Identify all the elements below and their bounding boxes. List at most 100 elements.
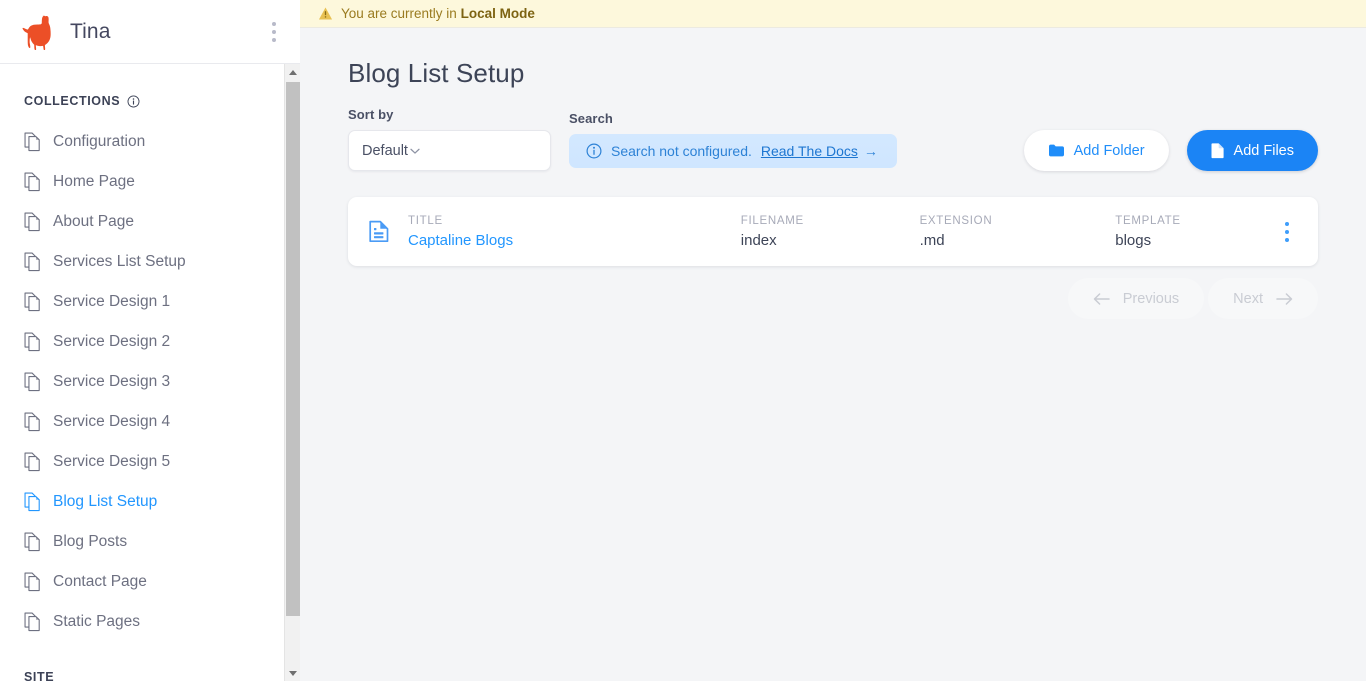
sidebar-item-label: Blog List Setup — [53, 493, 158, 510]
cell-filename: FILENAME index — [741, 215, 920, 249]
documents-icon — [24, 372, 43, 392]
local-mode-text: You are currently in Local Mode — [341, 6, 535, 21]
sidebar-item-label: Service Design 1 — [53, 293, 171, 310]
row-filename-value: index — [740, 231, 777, 249]
scroll-up-button[interactable] — [285, 64, 300, 80]
app-root: Tina COLLECTIONS Configuration Home Page… — [0, 0, 1366, 681]
documents-icon — [24, 252, 43, 272]
sidebar-item-label: Service Design 4 — [53, 413, 171, 430]
sidebar-item-blog-list-setup[interactable]: Blog List Setup — [0, 482, 284, 522]
row-kebab-menu-icon[interactable] — [1274, 215, 1300, 249]
previous-label: Previous — [1122, 290, 1180, 307]
documents-icon — [24, 412, 43, 432]
sidebar-item-services-list-setup[interactable]: Services List Setup — [0, 242, 284, 282]
add-folder-label: Add Folder — [1073, 142, 1145, 159]
site-label-text: SITE — [24, 670, 55, 681]
toolbar-actions: Add Folder Add Files — [1023, 130, 1318, 171]
sidebar-item-service-design-5[interactable]: Service Design 5 — [0, 442, 284, 482]
local-mode-banner: You are currently in Local Mode — [300, 0, 1366, 28]
search-not-configured-notice: Search not configured. Read The Docs → — [569, 134, 897, 168]
sidebar-scrollbar[interactable] — [284, 64, 300, 681]
info-circle-icon[interactable] — [127, 95, 140, 108]
sidebar-item-label: Home Page — [53, 173, 135, 190]
scrollbar-thumb[interactable] — [286, 82, 300, 616]
column-header-filename: FILENAME — [740, 214, 804, 227]
sidebar-item-label: Blog Posts — [53, 533, 128, 550]
arrow-right-icon — [1276, 292, 1293, 306]
row-template-value: blogs — [1115, 231, 1152, 249]
sidebar-item-blog-posts[interactable]: Blog Posts — [0, 522, 284, 562]
search-label: Search — [569, 111, 613, 126]
sidebar-item-service-design-3[interactable]: Service Design 3 — [0, 362, 284, 402]
arrow-left-icon — [1093, 292, 1110, 306]
previous-page-button[interactable]: Previous — [1067, 278, 1205, 319]
documents-icon — [24, 452, 43, 472]
sidebar-nav: COLLECTIONS Configuration Home Page About … — [0, 64, 284, 681]
add-files-label: Add Files — [1233, 142, 1294, 159]
column-header-template: TEMPLATE — [1115, 214, 1181, 227]
read-the-docs-link[interactable]: Read The Docs — [761, 143, 858, 159]
add-folder-button[interactable]: Add Folder — [1023, 130, 1169, 171]
documents-icon — [24, 172, 43, 192]
sidebar-body: COLLECTIONS Configuration Home Page About … — [0, 64, 300, 681]
sort-by-value: Default — [362, 142, 408, 159]
brand-name: Tina — [70, 19, 111, 43]
next-page-button[interactable]: Next — [1208, 278, 1318, 319]
table-body: TITLE Captaline Blogs FILENAME index EXTENSI… — [348, 197, 1318, 266]
sort-by-label: Sort by — [348, 107, 394, 122]
sidebar-item-label: Service Design 5 — [53, 453, 171, 470]
sidebar-item-service-design-4[interactable]: Service Design 4 — [0, 402, 284, 442]
row-title-link[interactable]: Captaline Blogs — [408, 232, 741, 249]
collections-list: Configuration Home Page About Page Services… — [0, 122, 284, 642]
sidebar-item-service-design-2[interactable]: Service Design 2 — [0, 322, 284, 362]
sidebar-item-label: Service Design 2 — [53, 333, 171, 350]
sidebar-item-contact-page[interactable]: Contact Page — [0, 562, 284, 602]
content-area: Blog List Setup Sort by Default Search S… — [300, 28, 1366, 681]
documents-icon — [24, 292, 43, 312]
table-row[interactable]: TITLE Captaline Blogs FILENAME index EXTENSI… — [348, 197, 1318, 266]
pagination: Previous Next — [348, 278, 1318, 319]
sidebar-item-home-page[interactable]: Home Page — [0, 162, 284, 202]
kebab-menu-icon[interactable] — [262, 15, 286, 49]
warning-triangle-icon — [318, 6, 333, 21]
site-section-label: SITE — [0, 670, 284, 681]
column-header-extension: EXTENSION — [919, 214, 993, 227]
documents-icon — [24, 492, 43, 512]
cell-extension: EXTENSION .md — [920, 215, 1116, 249]
add-files-button[interactable]: Add Files — [1186, 130, 1318, 171]
sidebar-item-label: Static Pages — [53, 613, 141, 630]
sidebar-item-label: Services List Setup — [53, 253, 186, 270]
next-label: Next — [1233, 290, 1263, 307]
scroll-down-button[interactable] — [285, 665, 300, 681]
documents-icon — [24, 212, 43, 232]
files-table: TITLE Captaline Blogs FILENAME index EXTENSI… — [348, 197, 1318, 266]
column-header-title: TITLE — [408, 214, 443, 227]
documents-icon — [24, 332, 43, 352]
sidebar: Tina COLLECTIONS Configuration Home Page… — [0, 0, 300, 681]
sidebar-item-static-pages[interactable]: Static Pages — [0, 602, 284, 642]
documents-icon — [24, 572, 43, 592]
chevron-down-icon — [408, 144, 422, 158]
document-lines-icon — [368, 220, 408, 243]
sort-by-group: Sort by Default — [348, 107, 551, 171]
banner-prefix: You are currently in — [341, 6, 461, 21]
sidebar-item-about-page[interactable]: About Page — [0, 202, 284, 242]
documents-icon — [24, 532, 43, 552]
search-group: Search Search not configured. Read The D… — [569, 111, 897, 171]
sidebar-item-label: Configuration — [53, 133, 146, 150]
sort-by-select[interactable]: Default — [348, 130, 551, 171]
info-circle-icon — [586, 143, 602, 159]
sidebar-header: Tina — [0, 0, 300, 64]
sidebar-item-label: About Page — [53, 213, 135, 230]
toolbar: Sort by Default Search Search not config… — [348, 107, 1318, 171]
file-icon — [1211, 142, 1225, 159]
sidebar-item-configuration[interactable]: Configuration — [0, 122, 284, 162]
cell-title: TITLE Captaline Blogs — [408, 215, 741, 249]
sidebar-item-label: Contact Page — [53, 573, 147, 590]
collections-section-label: COLLECTIONS — [0, 94, 284, 108]
search-message: Search not configured. — [611, 143, 752, 159]
sidebar-item-service-design-1[interactable]: Service Design 1 — [0, 282, 284, 322]
banner-mode: Local Mode — [460, 6, 535, 21]
documents-icon — [24, 132, 43, 152]
folder-icon — [1048, 143, 1065, 158]
